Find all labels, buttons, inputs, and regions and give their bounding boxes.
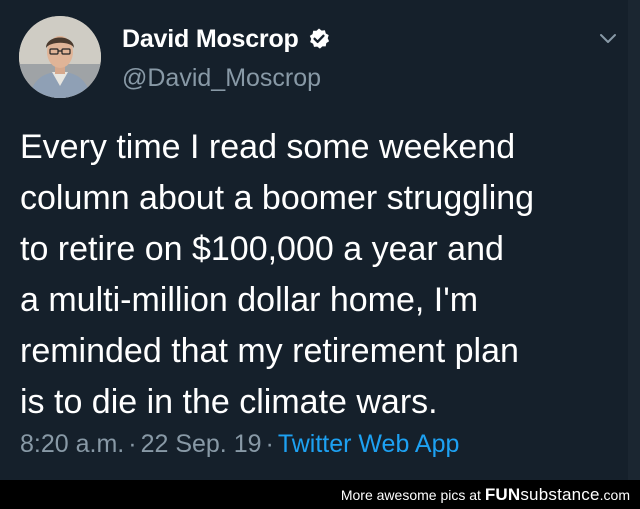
verified-badge-icon — [307, 27, 331, 51]
watermark-bar: More awesome pics at FUNsubstance.com — [0, 480, 640, 509]
tweet-card: David Moscrop @David_Moscrop Every time … — [0, 0, 640, 480]
chevron-down-icon[interactable] — [596, 30, 620, 48]
tweet-date[interactable]: 22 Sep. 19 — [141, 430, 262, 458]
source-app-link[interactable]: Twitter Web App — [278, 430, 460, 458]
watermark-suffix: .com — [599, 487, 630, 503]
watermark-brand: FUNsubstance — [485, 485, 600, 504]
avatar[interactable] — [19, 16, 101, 98]
author-name-row: David Moscrop — [122, 24, 331, 54]
watermark-brand-bold: FUN — [484, 485, 521, 504]
separator: · — [265, 430, 274, 458]
edge-strip — [628, 0, 640, 480]
watermark-prefix: More awesome pics at — [340, 487, 481, 503]
tweet-text: Every time I read some weekend column ab… — [20, 128, 535, 421]
display-name[interactable]: David Moscrop — [122, 25, 299, 54]
user-handle[interactable]: @David_Moscrop — [122, 64, 321, 93]
avatar-image — [19, 16, 101, 98]
tweet-metadata: 8:20 a.m. · 22 Sep. 19 · Twitter Web App — [20, 430, 459, 459]
separator: · — [128, 430, 137, 458]
tweet-time[interactable]: 8:20 a.m. — [20, 430, 124, 458]
watermark-text: More awesome pics at FUNsubstance.com — [341, 485, 630, 505]
watermark-brand-rest: substance — [520, 485, 600, 504]
